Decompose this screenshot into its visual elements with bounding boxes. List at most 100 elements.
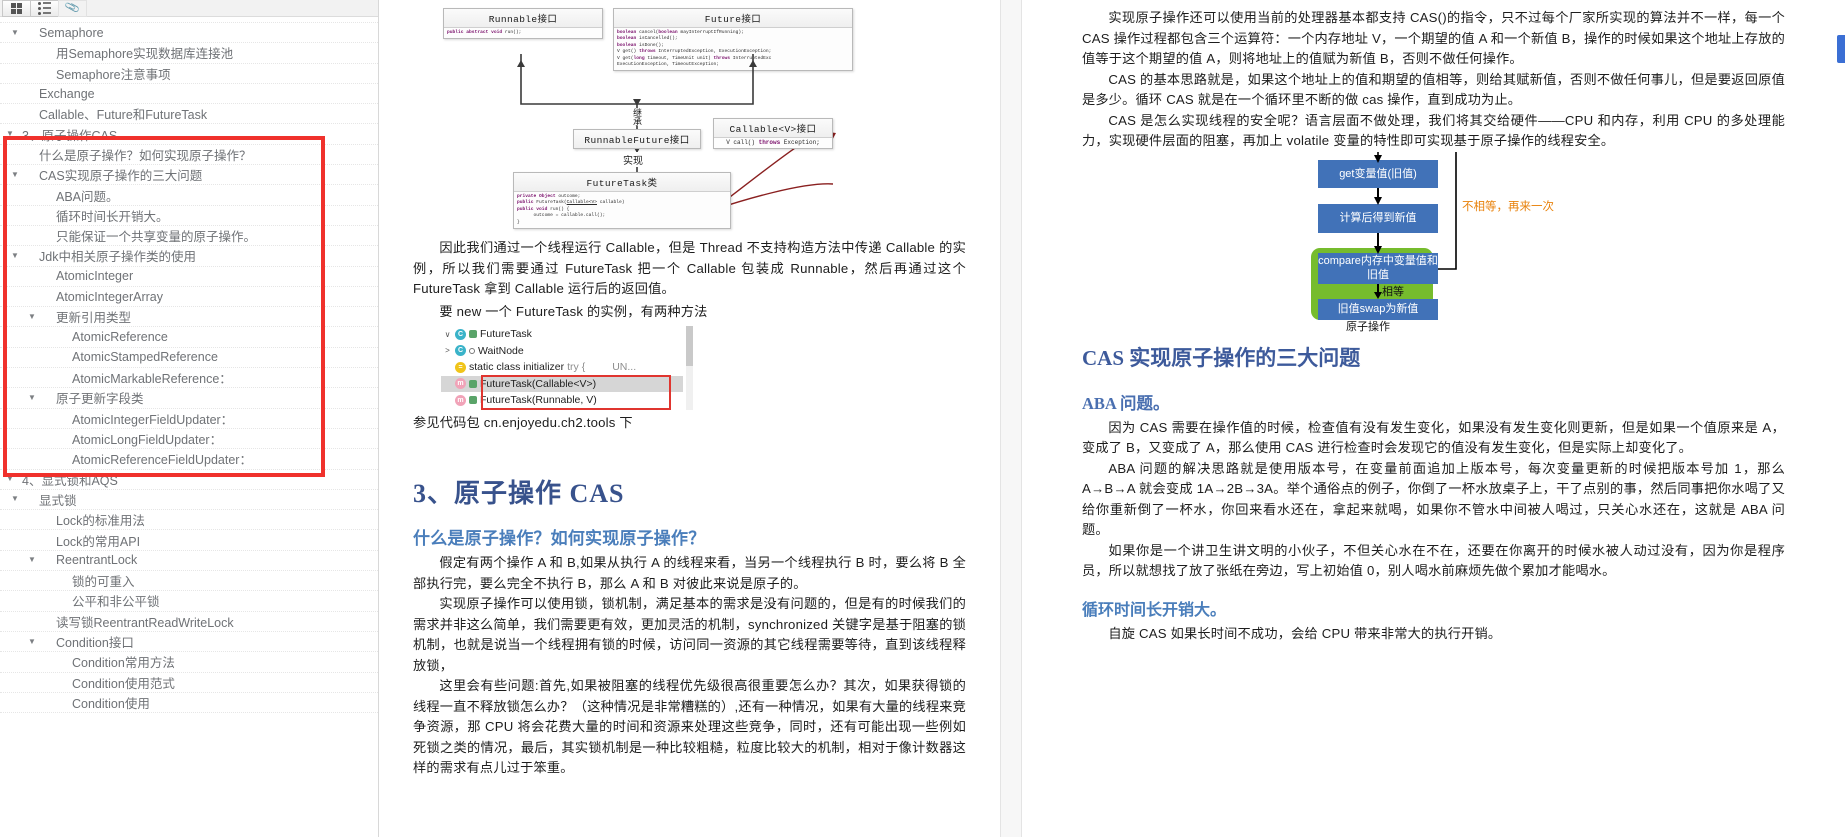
outline-item[interactable]: 读写锁ReentrantReadWriteLock: [0, 612, 378, 632]
chevron-down-icon[interactable]: ▼: [4, 130, 16, 138]
outline-item[interactable]: Lock的常用API: [0, 530, 378, 551]
outline-item[interactable]: Condition使用: [0, 693, 378, 714]
outline-item[interactable]: AtomicReference: [0, 327, 378, 348]
icon-letter: C: [457, 330, 464, 338]
chevron-down-icon[interactable]: ▼: [26, 393, 38, 402]
chevron-down-icon[interactable]: ▼: [4, 475, 16, 483]
ide-structure-tree: ∨ C FutureTask > C WaitNode = static class init…: [441, 326, 693, 410]
chevron-right-icon[interactable]: >: [443, 346, 452, 355]
ide-tree-tail: try {: [567, 361, 586, 374]
outline-item[interactable]: ABA问题。: [0, 185, 378, 206]
flow-edges: [1374, 151, 1457, 299]
list-icon: [38, 1, 51, 15]
outline-item[interactable]: ▼ 4、显式锁和AQS: [0, 470, 378, 490]
thumbnail-view-button[interactable]: [2, 0, 31, 17]
outline-list[interactable]: ▼ Semaphore 用Semaphore实现数据库连接池 Semaphore注意事…: [0, 17, 378, 837]
paragraph-code-package: 参见代码包 cn.enjoyedu.ch2.tools 下: [413, 414, 633, 430]
attachments-button[interactable]: 📎: [58, 0, 87, 17]
outline-item-label: Condition使用: [72, 696, 150, 711]
method-icon: m: [455, 394, 466, 406]
outline-item-label: AtomicInteger: [56, 269, 134, 284]
outline-item-label: 显式锁: [39, 493, 77, 508]
outline-item[interactable]: ▼ 原子更新字段类: [0, 388, 378, 409]
outline-item[interactable]: AtomicMarkableReference：: [0, 368, 378, 389]
ide-tree-row[interactable]: = static class initializer try {UN...: [441, 359, 683, 376]
uml-class-diagram: Runnable接口 public abstract void run(); F…: [413, 4, 966, 230]
outline-item-label: 公平和非公平锁: [72, 595, 160, 610]
outline-item-label: Condition常用方法: [72, 656, 175, 671]
outline-item[interactable]: 只能保证一个共享变量的原子操作。: [0, 226, 378, 247]
uml-box-title: RunnableFuture接口: [574, 130, 700, 148]
outline-item[interactable]: Lock的标准用法: [0, 510, 378, 531]
outline-item-label: 更新引用类型: [56, 311, 132, 326]
page-gutter: [1000, 0, 1022, 837]
ide-scrollbar[interactable]: [686, 326, 693, 410]
ide-tree-row[interactable]: m FutureTask(Runnable, V): [441, 392, 683, 409]
outline-item[interactable]: 什么是原子操作？如何实现原子操作？: [0, 145, 378, 166]
outline-item[interactable]: Exchange: [0, 84, 378, 105]
chevron-down-icon[interactable]: ▼: [9, 251, 21, 260]
ide-tree-row[interactable]: > C WaitNode: [441, 343, 683, 360]
outline-item[interactable]: AtomicInteger: [0, 267, 378, 287]
outline-item-label: 读写锁ReentrantReadWriteLock: [56, 615, 234, 630]
outline-item[interactable]: Callable、Future和FutureTask: [0, 104, 378, 125]
outline-item[interactable]: 循环时间长开销大。: [0, 206, 378, 226]
flow-label-equal: 相等: [1382, 285, 1404, 298]
outline-item[interactable]: AtomicIntegerFieldUpdater：: [0, 409, 378, 429]
chevron-down-icon[interactable]: ▼: [26, 637, 38, 646]
chevron-down-icon[interactable]: ▼: [9, 28, 21, 37]
outline-item[interactable]: ▼ 3、原子操作CAS: [0, 124, 378, 145]
outline-item[interactable]: ▼ Condition接口: [0, 632, 378, 653]
chevron-down-icon[interactable]: ▼: [9, 170, 21, 179]
outline-item-label: AtomicReference: [72, 330, 168, 345]
document-viewer[interactable]: Runnable接口 public abstract void run(); F…: [379, 0, 1845, 837]
outline-item[interactable]: AtomicStampedReference: [0, 348, 378, 369]
ide-tree-label: FutureTask(Runnable, V): [480, 394, 597, 407]
grid-icon: [11, 2, 22, 14]
paragraph-atomic-def: 假定有两个操作 A 和 B,如果从执行 A 的线程来看，当另一个线程执行 B 时…: [413, 555, 966, 591]
outline-item[interactable]: ▼ Jdk中相关原子操作类的使用: [0, 246, 378, 267]
chevron-down-icon[interactable]: ▼: [26, 556, 38, 564]
outline-item[interactable]: Semaphore注意事项: [0, 64, 378, 84]
outline-item[interactable]: AtomicIntegerArray: [0, 287, 378, 308]
cas-flowchart: get变量值(旧值) 计算后得到新值 compare内存中变量值和旧值 旧值sw…: [1082, 151, 1785, 333]
outline-item[interactable]: 用Semaphore实现数据库连接池: [0, 43, 378, 64]
outline-item-label: 3、原子操作CAS: [22, 128, 118, 143]
ide-tree-row[interactable]: ∨ C FutureTask: [441, 326, 683, 343]
side-panel-toggle-tab[interactable]: [1837, 35, 1845, 63]
outline-item-label: Callable、Future和FutureTask: [39, 108, 208, 123]
outline-item[interactable]: 锁的可重入: [0, 571, 378, 592]
uml-box-title: FutureTask类: [514, 173, 730, 192]
outline-item-label: 只能保证一个共享变量的原子操作。: [56, 230, 257, 245]
outline-item-label: AtomicReferenceFieldUpdater：: [72, 453, 252, 468]
document-page-left: Runnable接口 public abstract void run(); F…: [379, 0, 1000, 837]
chevron-down-icon[interactable]: ▼: [26, 312, 38, 321]
ide-tree-tail-secondary: UN...: [612, 361, 637, 374]
uml-box-callable: Callable<V>接口 V call() throws Exception;: [713, 118, 833, 150]
outline-item[interactable]: AtomicReferenceFieldUpdater：: [0, 449, 378, 470]
outline-item[interactable]: Condition使用范式: [0, 673, 378, 693]
outline-item-label: Condition使用范式: [72, 676, 175, 691]
outline-item[interactable]: AtomicLongFieldUpdater：: [0, 429, 378, 450]
outline-item[interactable]: ▼ 显式锁: [0, 490, 378, 511]
chevron-down-icon[interactable]: ▼: [9, 495, 21, 503]
circle-icon: [469, 347, 475, 354]
ide-tree-row[interactable]: m FutureTask(Callable<V>): [441, 375, 683, 392]
outline-item[interactable]: ▼ Semaphore: [0, 23, 378, 44]
outline-item[interactable]: ▼ CAS实现原子操作的三大问题: [0, 165, 378, 186]
outline-view-button[interactable]: [30, 0, 59, 17]
outline-sidebar: 📎 ▼ Semaphore 用Semaphore实现数据库连接池 Semaphore注…: [0, 0, 379, 837]
method-icon: m: [455, 378, 466, 390]
heading-what-is-atomic: 什么是原子操作？如何实现原子操作？: [413, 529, 706, 548]
outline-item-label: 用Semaphore实现数据库连接池: [56, 47, 234, 62]
outline-item-label: AtomicIntegerArray: [56, 289, 163, 304]
outline-item[interactable]: 公平和非公平锁: [0, 591, 378, 612]
outline-item[interactable]: ▼ ReentrantLock: [0, 551, 378, 572]
app-root: 📎 ▼ Semaphore 用Semaphore实现数据库连接池 Semaphore注…: [0, 0, 1845, 837]
outline-item[interactable]: ▼ 更新引用类型: [0, 307, 378, 328]
class-icon: C: [455, 328, 466, 340]
flow-label-not-equal: 不相等，再来一次: [1462, 200, 1554, 213]
outline-item[interactable]: Condition常用方法: [0, 652, 378, 673]
chevron-down-icon[interactable]: ∨: [443, 330, 452, 339]
outline-item-label: AtomicIntegerFieldUpdater：: [72, 412, 234, 427]
